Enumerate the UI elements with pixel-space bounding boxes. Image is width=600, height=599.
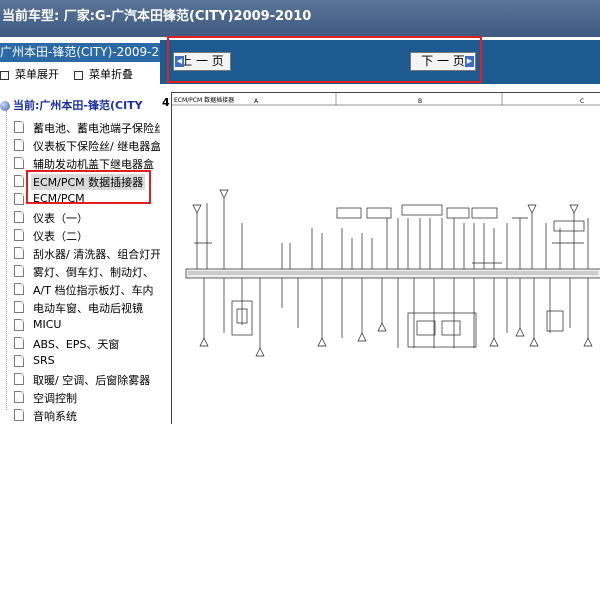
document-icon	[14, 265, 24, 277]
sidebar-item-label: 电动车窗、电动后视镜	[33, 302, 143, 315]
sidebar-item[interactable]: 电动车窗、电动后视镜	[0, 299, 160, 317]
document-icon	[14, 121, 24, 133]
globe-icon	[0, 101, 10, 111]
document-icon	[14, 175, 24, 187]
document-icon	[14, 283, 24, 295]
menu-icon	[74, 70, 83, 80]
sidebar-item-label: 取暖/ 空调、后窗除雾器	[33, 374, 151, 387]
sidebar-item[interactable]: 空调控制	[0, 389, 160, 407]
sidebar-item[interactable]: SRS	[0, 353, 160, 371]
sidebar-item[interactable]: ECM/PCM	[0, 191, 160, 209]
sidebar-item[interactable]: 刮水器/ 清洗器、组合灯开关	[0, 245, 160, 263]
document-icon	[14, 337, 24, 349]
document-icon	[14, 301, 24, 313]
document-icon	[14, 409, 24, 421]
tree-root-label: 当前:广州本田-锋范(CITY	[13, 99, 143, 112]
diagram-column-c: C	[580, 98, 584, 105]
sidebar-item[interactable]: ECM/PCM 数据插接器	[0, 173, 160, 191]
sidebar-item[interactable]: 仪表板下保险丝/ 继电器盒	[0, 137, 160, 155]
sidebar-item-label: 雾灯、倒车灯、制动灯、	[33, 266, 154, 279]
sidebar-item-label: 音响系统	[33, 410, 77, 423]
menu-icon	[0, 70, 9, 80]
sidebar-header: 广州本田-锋范(CITY)-2009-20	[0, 43, 160, 62]
nav-highlight-box	[167, 36, 482, 83]
document-icon	[14, 319, 24, 331]
sidebar-item-label: SRS	[33, 354, 55, 367]
sidebar-item-label: 蓄电池、蓄电池端子保险丝	[33, 122, 160, 135]
sidebar-item-label: ABS、EPS、天窗	[33, 338, 120, 351]
sidebar-item-label: 仪表（二）	[33, 230, 88, 243]
sidebar-item-label: 仪表板下保险丝/ 继电器盒	[33, 140, 160, 153]
document-icon	[14, 139, 24, 151]
document-icon	[14, 193, 24, 205]
sidebar-item[interactable]: 仪表（二）	[0, 227, 160, 245]
sidebar-item-label: A/T 档位指示板灯、车内	[33, 284, 154, 297]
collapse-all-label: 菜单折叠	[89, 68, 133, 81]
title-bar: 当前车型: 厂家:G-广汽本田锋范(CITY)2009-2010	[0, 0, 600, 37]
wiring-diagram[interactable]: ECM/PCM 数据插接器 A B C	[171, 92, 600, 426]
sidebar-item-label: MICU	[33, 318, 62, 331]
content-area	[160, 424, 600, 599]
document-icon	[14, 247, 24, 259]
sidebar-item[interactable]: 蓄电池、蓄电池端子保险丝	[0, 119, 160, 137]
sidebar-item-label: ECM/PCM	[33, 192, 85, 205]
collapse-all-button[interactable]: 菜单折叠	[74, 66, 133, 82]
document-icon	[14, 355, 24, 367]
sidebar-item[interactable]: MICU	[0, 317, 160, 335]
sidebar-item-label: 辅助发动机盖下继电器盒	[33, 158, 154, 171]
sidebar-item-label: 仪表（一）	[33, 212, 88, 225]
document-icon	[14, 211, 24, 223]
sidebar-item-label: 刮水器/ 清洗器、组合灯开关	[33, 248, 160, 261]
document-icon	[14, 391, 24, 403]
diagram-title: ECM/PCM 数据插接器	[174, 96, 234, 104]
sidebar-item[interactable]: ABS、EPS、天窗	[0, 335, 160, 353]
expand-all-label: 菜单展开	[15, 68, 59, 81]
diagram-column-b: B	[418, 98, 422, 105]
sidebar-item[interactable]: 仪表（一）	[0, 209, 160, 227]
document-icon	[14, 373, 24, 385]
tree-root[interactable]: 当前:广州本田-锋范(CITY	[0, 97, 143, 113]
expand-all-button[interactable]: 菜单展开	[0, 66, 59, 82]
wiring-diagram-svg: ECM/PCM 数据插接器 A B C	[172, 93, 600, 425]
sidebar-tree: 蓄电池、蓄电池端子保险丝 仪表板下保险丝/ 继电器盒 辅助发动机盖下继电器盒 ECM/…	[0, 119, 160, 425]
sidebar: 广州本田-锋范(CITY)-2009-20 菜单展开 菜单折叠 当前:广州本田-…	[0, 40, 160, 599]
document-icon	[14, 229, 24, 241]
sidebar-item[interactable]: 取暖/ 空调、后窗除雾器	[0, 371, 160, 389]
sidebar-item[interactable]: 辅助发动机盖下继电器盒	[0, 155, 160, 173]
sidebar-item[interactable]: 音响系统	[0, 407, 160, 425]
page-number: 4	[162, 96, 170, 109]
document-icon	[14, 157, 24, 169]
sidebar-item-label: 空调控制	[33, 392, 77, 405]
window-title: 当前车型: 厂家:G-广汽本田锋范(CITY)2009-2010	[2, 9, 312, 24]
sidebar-item-label: ECM/PCM 数据插接器	[31, 174, 146, 190]
sidebar-item[interactable]: A/T 档位指示板灯、车内	[0, 281, 160, 299]
sidebar-item[interactable]: 雾灯、倒车灯、制动灯、	[0, 263, 160, 281]
